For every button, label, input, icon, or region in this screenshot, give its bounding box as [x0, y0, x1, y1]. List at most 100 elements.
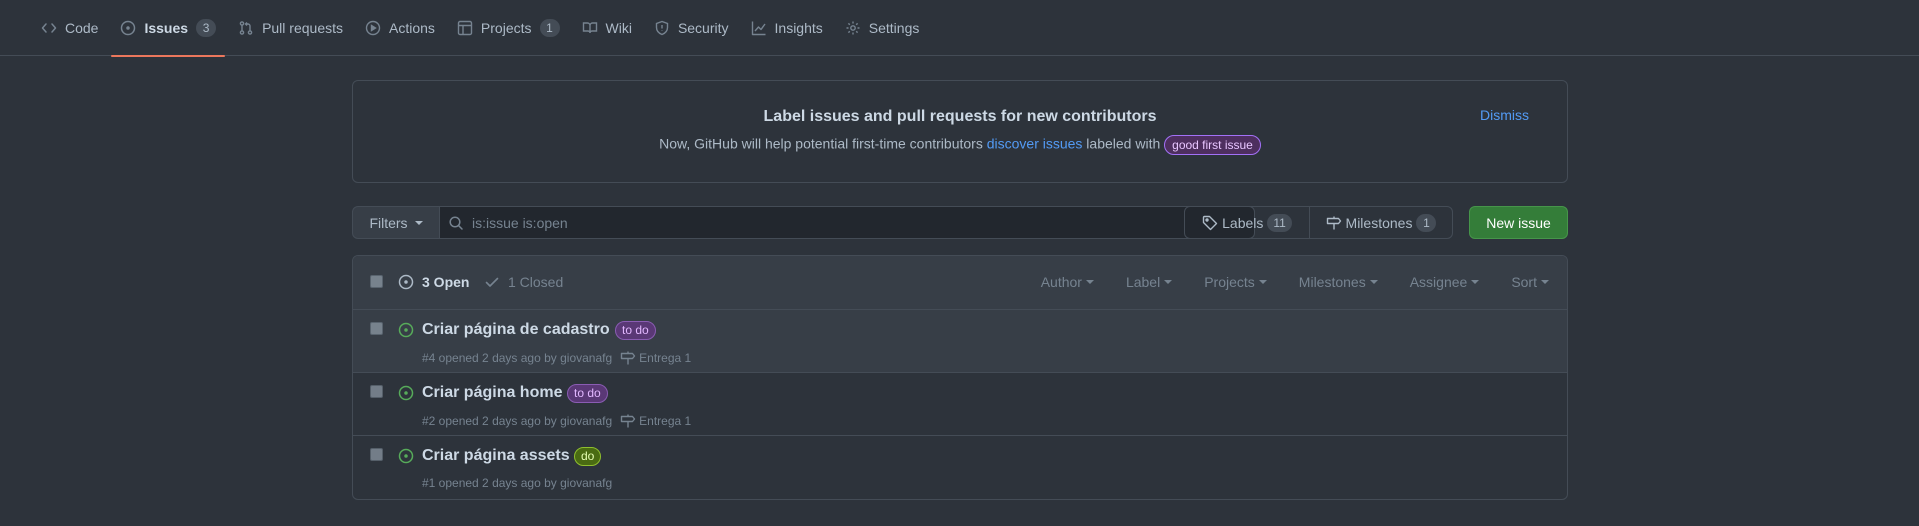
issue-meta-text: #2 opened 2 days ago by giovanafg	[422, 414, 613, 428]
milestone-icon	[620, 351, 636, 365]
tab-pull-requests[interactable]: Pull requests	[229, 0, 352, 56]
milestone-icon	[620, 414, 636, 428]
select-all-checkbox[interactable]	[370, 275, 383, 288]
caret-down-icon	[1258, 280, 1267, 284]
menu-label: Sort	[1511, 274, 1537, 290]
banner-text-before: Now, GitHub will help potential first-ti…	[659, 135, 987, 152]
issues-list: 3 Open 1 Closed Author Label Projects Mi…	[352, 255, 1568, 500]
tab-projects[interactable]: Projects 1	[448, 0, 569, 56]
issue-opened-icon	[398, 322, 414, 338]
closed-issues-filter[interactable]: 1 Closed	[484, 274, 563, 290]
tab-wiki[interactable]: Wiki	[573, 0, 641, 56]
issue-meta: #2 opened 2 days ago by giovanafg Entreg…	[422, 413, 691, 429]
filter-menus: Author Label Projects Milestones Assigne…	[1009, 274, 1549, 290]
issue-checkbox[interactable]	[370, 385, 383, 398]
issue-checkbox[interactable]	[370, 322, 383, 335]
issue-label[interactable]: to do	[615, 321, 656, 340]
milestone-link[interactable]: Entrega 1	[620, 413, 691, 429]
milestone-icon	[1326, 216, 1341, 229]
issue-row[interactable]: Criar página de cadastro to do #4 opened…	[353, 310, 1567, 373]
milestone-link[interactable]: Entrega 1	[620, 350, 691, 366]
table-icon	[457, 20, 473, 35]
tab-label: Projects	[480, 19, 532, 36]
issues-list-header: 3 Open 1 Closed Author Label Projects Mi…	[353, 256, 1567, 310]
tab-label: Insights	[774, 19, 823, 36]
milestones-label: Milestones	[1345, 214, 1413, 231]
menu-label: Assignee	[1409, 274, 1468, 290]
issue-opened-icon	[398, 385, 414, 401]
caret-down-icon	[1164, 280, 1173, 284]
tag-icon	[1202, 215, 1218, 230]
tab-code[interactable]: Code	[32, 0, 107, 56]
issues-toolbar: Filters Labels 11 Milestones 1 New issue	[352, 206, 1568, 239]
issue-row[interactable]: Criar página assets do #1 opened 2 days …	[353, 436, 1567, 499]
filters-button[interactable]: Filters	[352, 206, 440, 239]
menu-label: Projects	[1204, 274, 1255, 290]
issue-label[interactable]: to do	[567, 384, 608, 403]
banner-text: Now, GitHub will help potential first-ti…	[353, 135, 1567, 155]
issue-label[interactable]: do	[574, 447, 602, 466]
labels-counter: 11	[1267, 213, 1292, 232]
repo-nav: Code Issues 3 Pull requests Actions Proj…	[0, 0, 1919, 57]
caret-down-icon	[1541, 280, 1549, 284]
git-pull-request-icon	[239, 20, 253, 35]
issue-row[interactable]: Criar página home to do #2 opened 2 days…	[353, 373, 1567, 436]
discover-issues-link[interactable]: discover issues	[987, 136, 1083, 152]
tab-label: Security	[677, 19, 729, 36]
issue-title-link[interactable]: Criar página assets	[422, 447, 570, 465]
tab-label: Issues	[144, 19, 189, 36]
issue-opened-icon	[121, 20, 136, 35]
milestones-counter: 1	[1416, 213, 1437, 232]
milestones-button[interactable]: Milestones 1	[1310, 207, 1452, 238]
label-menu[interactable]: Label	[1126, 274, 1173, 290]
tab-insights[interactable]: Insights	[742, 0, 832, 56]
milestone-label: Entrega 1	[639, 351, 692, 365]
sort-menu[interactable]: Sort	[1511, 274, 1549, 290]
banner-title: Label issues and pull requests for new c…	[763, 108, 1157, 125]
menu-label: Milestones	[1298, 274, 1366, 290]
menu-label: Author	[1040, 274, 1082, 290]
issue-title-link[interactable]: Criar página home	[422, 384, 562, 402]
tab-settings[interactable]: Settings	[836, 0, 929, 56]
milestones-menu[interactable]: Milestones	[1299, 274, 1378, 290]
tab-security[interactable]: Security	[645, 0, 738, 56]
dismiss-button[interactable]: Dismiss	[1480, 107, 1529, 123]
projects-menu[interactable]: Projects	[1204, 274, 1267, 290]
labels-button[interactable]: Labels 11	[1185, 207, 1310, 238]
tab-issues[interactable]: Issues 3	[111, 0, 225, 57]
issue-meta: #4 opened 2 days ago by giovanafg Entreg…	[422, 350, 691, 366]
caret-down-icon	[1369, 280, 1378, 284]
issues-counter: 3	[196, 18, 217, 37]
open-issues-filter[interactable]: 3 Open	[398, 274, 469, 290]
issue-meta-text: #1 opened 2 days ago by giovanafg	[422, 476, 613, 490]
new-issue-button[interactable]: New issue	[1469, 206, 1568, 239]
issue-title-link[interactable]: Criar página de cadastro	[422, 321, 610, 339]
issue-checkbox[interactable]	[370, 448, 383, 461]
search-input[interactable]	[464, 214, 1254, 231]
tab-label: Actions	[389, 19, 435, 36]
graph-icon	[751, 21, 766, 35]
labels-milestones-group: Labels 11 Milestones 1	[1184, 206, 1453, 239]
contributors-banner: Label issues and pull requests for new c…	[352, 80, 1568, 183]
tab-label: Settings	[868, 19, 920, 36]
assignee-menu[interactable]: Assignee	[1410, 274, 1480, 290]
check-icon	[485, 277, 499, 287]
labels-label: Labels	[1222, 214, 1264, 231]
gear-icon	[846, 21, 860, 34]
search-icon	[449, 215, 463, 230]
caret-down-icon	[1085, 280, 1094, 284]
filters-label: Filters	[369, 214, 408, 231]
search-box	[439, 206, 1255, 239]
tab-label: Wiki	[605, 19, 632, 36]
author-menu[interactable]: Author	[1041, 274, 1094, 290]
caret-down-icon	[1471, 280, 1480, 284]
tab-actions[interactable]: Actions	[356, 0, 444, 56]
tab-label: Pull requests	[262, 19, 343, 36]
open-count: 3 Open	[422, 274, 470, 290]
closed-count: 1 Closed	[508, 274, 564, 290]
banner-text-after: labeled with	[1082, 135, 1165, 152]
book-icon	[582, 21, 597, 33]
issue-opened-icon	[398, 274, 414, 290]
milestone-label: Entrega 1	[639, 414, 692, 428]
caret-down-icon	[414, 220, 423, 225]
